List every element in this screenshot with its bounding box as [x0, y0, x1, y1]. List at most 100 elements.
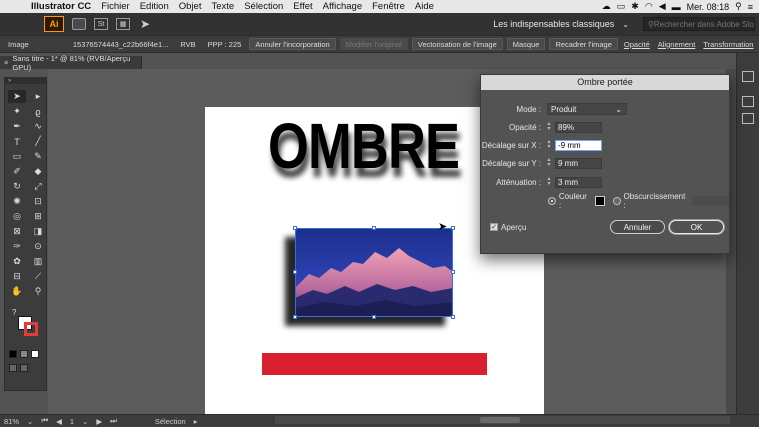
workspace-switcher[interactable]: Les indispensables classiques: [493, 19, 614, 29]
symbol-sprayer-tool-icon[interactable]: ✿: [8, 255, 26, 268]
scrollbar-thumb[interactable]: [480, 417, 520, 423]
eraser-tool-icon[interactable]: ◆: [29, 165, 47, 178]
offset-x-field[interactable]: [555, 139, 602, 151]
lasso-tool-icon[interactable]: ϱ: [29, 105, 47, 118]
menu-selection[interactable]: Sélection: [239, 1, 288, 12]
mode-select[interactable]: Produit ⌄: [547, 103, 627, 115]
help-icon[interactable]: ?: [12, 308, 16, 317]
close-tab-icon[interactable]: ×: [4, 58, 8, 67]
color-radio[interactable]: [548, 197, 556, 205]
artboard-tool-icon[interactable]: ⊟: [8, 270, 26, 283]
spotlight-icon[interactable]: ⚲: [735, 1, 742, 12]
perspective-grid-tool-icon[interactable]: ⊞: [29, 210, 47, 223]
resize-handle-top[interactable]: [372, 226, 376, 230]
edit-original-button[interactable]: Modifier l'original: [339, 38, 408, 50]
list-icon[interactable]: ≡: [748, 2, 753, 12]
layers-panel-icon[interactable]: [742, 113, 754, 124]
chevron-down-icon[interactable]: ⌄: [622, 20, 629, 29]
artboard-dropdown-icon[interactable]: ⌄: [78, 417, 92, 426]
volume-icon[interactable]: ◀: [659, 1, 666, 12]
battery-icon[interactable]: ▬: [672, 2, 681, 12]
ok-button[interactable]: OK: [669, 220, 724, 234]
selection-tool-icon[interactable]: ➤: [8, 90, 26, 103]
mesh-tool-icon[interactable]: ⊠: [8, 225, 26, 238]
resize-handle-top-right[interactable]: [451, 226, 455, 230]
document-tab[interactable]: × Sans titre - 1* @ 81% (RVB/Aperçu GPU): [0, 54, 142, 72]
first-artboard-icon[interactable]: ⏮: [37, 416, 52, 426]
shape-builder-tool-icon[interactable]: ◎: [8, 210, 26, 223]
resize-handle-bottom-right[interactable]: [451, 315, 455, 319]
opacity-link[interactable]: Opacité: [620, 40, 654, 49]
gradient-mode-swatch[interactable]: [20, 350, 28, 358]
scale-tool-icon[interactable]: ⤢: [29, 180, 47, 193]
resize-handle-top-left[interactable]: [293, 226, 297, 230]
color-mode-swatch[interactable]: [9, 350, 17, 358]
menu-aide[interactable]: Aide: [410, 1, 439, 12]
offset-x-stepper-icon[interactable]: ▴ ▾: [545, 139, 553, 151]
rotate-tool-icon[interactable]: ↻: [8, 180, 26, 193]
rocket-icon[interactable]: ➤: [138, 17, 152, 31]
unembed-button[interactable]: Annuler l'incorporation: [249, 38, 336, 50]
last-artboard-icon[interactable]: ⏭: [106, 416, 121, 426]
shaper-tool-icon[interactable]: ✐: [8, 165, 26, 178]
menu-effet[interactable]: Effet: [288, 1, 317, 12]
mask-button[interactable]: Masque: [506, 38, 546, 50]
stroke-swatch[interactable]: [24, 322, 38, 336]
blur-field[interactable]: [555, 176, 602, 188]
rectangle-tool-icon[interactable]: ▭: [8, 150, 26, 163]
curvature-tool-icon[interactable]: ∿: [29, 120, 47, 133]
preview-checkbox[interactable]: ✓: [490, 223, 498, 231]
draw-mode-icon[interactable]: [9, 364, 17, 372]
column-graph-tool-icon[interactable]: ▥: [29, 255, 47, 268]
filename-link[interactable]: 15376574443_c22b66f4e1...: [67, 40, 175, 49]
magic-wand-tool-icon[interactable]: ✦: [8, 105, 26, 118]
zoom-level[interactable]: 81%: [0, 417, 23, 426]
headline-text[interactable]: OMBRE: [268, 109, 460, 183]
arrange-documents-icon[interactable]: ▦: [116, 18, 130, 30]
darkness-field[interactable]: [691, 196, 729, 206]
offset-y-field[interactable]: [555, 157, 602, 169]
wifi-icon[interactable]: ◠: [645, 1, 653, 12]
image-trace-button[interactable]: Vectorisation de l'image: [411, 38, 503, 50]
cancel-button[interactable]: Annuler: [610, 220, 665, 234]
menubar-clock[interactable]: Mer. 08:18: [687, 2, 730, 12]
menu-edition[interactable]: Edition: [135, 1, 174, 12]
resize-handle-bottom[interactable]: [372, 315, 376, 319]
zoom-tool-icon[interactable]: ⚲: [29, 285, 47, 298]
menu-texte[interactable]: Texte: [206, 1, 239, 12]
screen-mode-icon[interactable]: [20, 364, 28, 372]
darkness-radio[interactable]: [612, 197, 621, 205]
next-artboard-icon[interactable]: ▶: [92, 417, 106, 426]
display-icon[interactable]: ▭: [617, 1, 626, 12]
hand-tool-icon[interactable]: ✋: [8, 285, 26, 298]
menu-app-name[interactable]: Illustrator CC: [26, 1, 96, 12]
prev-artboard-icon[interactable]: ◀: [52, 417, 66, 426]
pen-tool-icon[interactable]: ✒: [8, 120, 26, 133]
menu-affichage[interactable]: Affichage: [318, 1, 367, 12]
shadow-color-swatch[interactable]: [594, 196, 605, 206]
export-panel-icon[interactable]: [742, 96, 754, 107]
red-rectangle[interactable]: [262, 353, 487, 375]
zoom-dropdown-icon[interactable]: ⌄: [23, 417, 37, 426]
menu-objet[interactable]: Objet: [174, 1, 207, 12]
none-mode-swatch[interactable]: [31, 350, 39, 358]
paintbrush-tool-icon[interactable]: ✎: [29, 150, 47, 163]
transform-link[interactable]: Transformation: [699, 40, 757, 49]
stock-icon[interactable]: St: [94, 18, 108, 30]
stock-search-input[interactable]: [653, 19, 754, 29]
resize-handle-right[interactable]: [451, 270, 455, 274]
gradient-tool-icon[interactable]: ◨: [29, 225, 47, 238]
menu-fichier[interactable]: Fichier: [96, 1, 135, 12]
slice-tool-icon[interactable]: ⟋: [29, 270, 47, 283]
opacity-field[interactable]: [555, 121, 602, 133]
eyedropper-tool-icon[interactable]: ✑: [8, 240, 26, 253]
resize-handle-left[interactable]: [293, 270, 297, 274]
line-tool-icon[interactable]: ╱: [29, 135, 47, 148]
opacity-stepper-icon[interactable]: ▴ ▾: [545, 121, 553, 133]
bluetooth-icon[interactable]: ✱: [631, 1, 639, 12]
crop-image-button[interactable]: Recadrer l'image: [549, 38, 618, 50]
bridge-icon[interactable]: [72, 18, 86, 30]
type-tool-icon[interactable]: T: [8, 135, 26, 148]
direct-selection-tool-icon[interactable]: ▸: [29, 90, 47, 103]
cloud-icon[interactable]: ☁: [602, 1, 611, 12]
